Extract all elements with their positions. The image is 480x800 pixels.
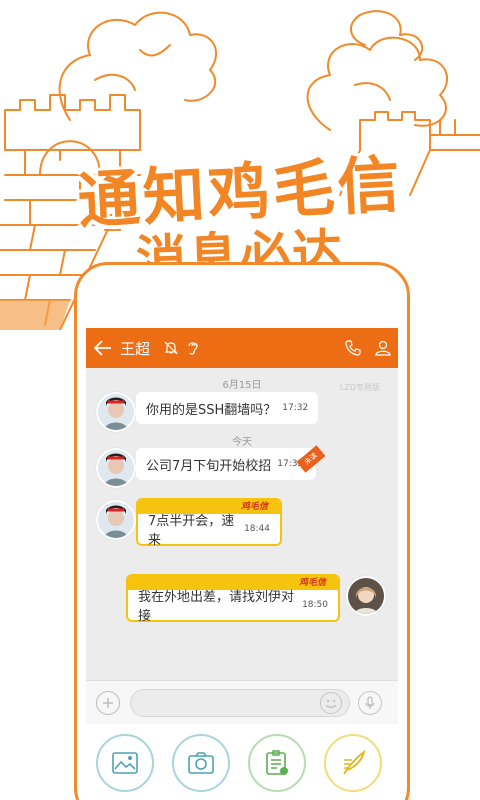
avatar[interactable] (96, 448, 136, 488)
notice-icon (266, 750, 288, 775)
feather-button[interactable] (324, 734, 382, 792)
voice-button[interactable] (358, 691, 382, 715)
message-bubble[interactable]: 你用的是SSH翻墙吗？ 17:32 (136, 392, 319, 424)
phone-call-icon[interactable] (338, 328, 368, 368)
plus-icon (103, 698, 113, 708)
avatar[interactable] (96, 392, 136, 432)
message-time: 18:44 (244, 524, 270, 534)
input-bar (86, 680, 398, 724)
brand-message-bubble[interactable]: 鸡毛信 我在外地出差，请找刘伊对接 18:50 (126, 574, 340, 624)
emoji-button[interactable] (320, 692, 342, 714)
message-time: 18:50 (302, 600, 328, 610)
message-time: 17:32 (282, 403, 309, 413)
contact-name[interactable]: 王超 (120, 338, 150, 359)
microphone-icon (365, 696, 375, 709)
camera-icon (188, 752, 214, 774)
message-text: 公司7月下旬开始校招 (146, 458, 272, 474)
smiley-icon (325, 700, 337, 708)
picture-button[interactable] (96, 734, 154, 792)
profile-icon[interactable] (368, 328, 398, 368)
avatar[interactable] (96, 500, 136, 540)
date-separator: 今天 (232, 437, 252, 448)
back-arrow-icon (94, 340, 111, 356)
ear-icon[interactable] (182, 328, 204, 368)
brand-message-bubble[interactable]: 鸡毛信 7点半开会，速来 18:44 (136, 498, 282, 548)
back-button[interactable] (86, 328, 120, 368)
watermark: LZD专用版 (339, 383, 380, 392)
message-text: 我在外地出差，请找刘伊对接 (138, 590, 295, 624)
message-bubble[interactable]: 公司7月下旬开始校招 17:32 (136, 448, 316, 480)
my-avatar[interactable] (346, 576, 386, 616)
notice-button[interactable] (248, 734, 306, 792)
chat-titlebar: 王超 (86, 328, 398, 368)
mute-bell-icon[interactable] (160, 328, 182, 368)
add-button[interactable] (96, 691, 120, 715)
picture-icon (112, 752, 138, 774)
message-input[interactable] (130, 689, 350, 717)
feather-icon (343, 750, 366, 775)
attachment-toolbar (86, 724, 398, 798)
camera-button[interactable] (172, 734, 230, 792)
message-text: 7点半开会，速来 (148, 514, 235, 548)
chat-screen: 王超 6月15日 LZD专用版 你用的是SSH翻墙吗？ 17:32 今天 公司7… (86, 328, 398, 798)
message-text: 你用的是SSH翻墙吗？ (146, 402, 277, 418)
